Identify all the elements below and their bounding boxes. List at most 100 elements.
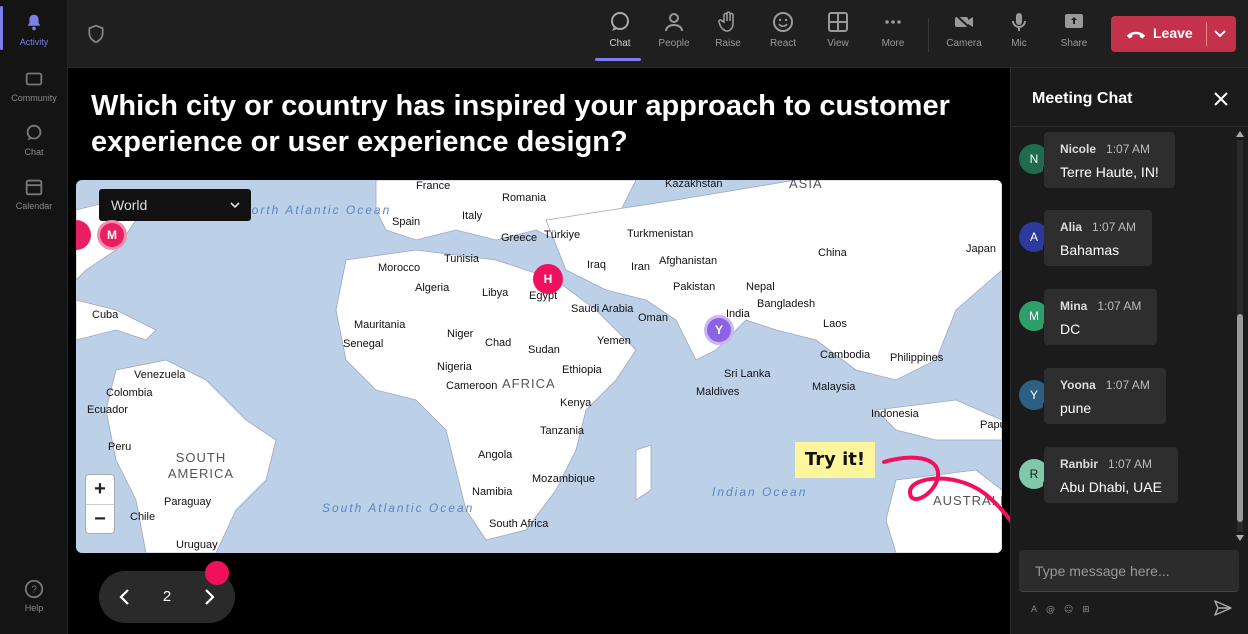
map-label: Colombia <box>106 387 153 399</box>
scroll-up-icon[interactable] <box>1236 130 1244 138</box>
map-label: France <box>416 180 451 192</box>
chat-button[interactable]: Chat <box>595 10 645 61</box>
map-label: Ecuador <box>87 404 128 416</box>
map-pin[interactable]: Y <box>704 315 734 345</box>
chat-divider <box>1011 126 1248 127</box>
message-bubble: Yoona 1:07 AM pune <box>1044 368 1166 424</box>
map-label: Iraq <box>587 259 606 271</box>
region-dropdown[interactable]: World <box>99 189 251 221</box>
chevron-right-icon[interactable] <box>197 585 221 609</box>
toolbar-divider <box>928 18 929 52</box>
message-bubble: Alia 1:07 AM Bahamas <box>1044 210 1153 266</box>
map-label: Türkiye <box>544 229 581 241</box>
mic-button[interactable]: Mic <box>994 10 1044 49</box>
map-label: Japan <box>966 243 996 255</box>
close-icon[interactable] <box>1212 90 1230 108</box>
rail-label: Chat <box>24 147 44 157</box>
message-input[interactable] <box>1019 550 1239 592</box>
sender-name: Nicole <box>1060 142 1097 156</box>
person-icon <box>665 13 683 32</box>
grid-icon <box>828 12 848 32</box>
map-label: Paraguay <box>164 496 212 508</box>
chat-icon <box>611 12 629 31</box>
message-text: Terre Haute, IN! <box>1060 164 1159 180</box>
chevron-left-icon[interactable] <box>113 585 137 609</box>
zoom-in-button[interactable]: + <box>86 475 114 504</box>
react-button[interactable]: React <box>758 10 808 49</box>
share-button[interactable]: Share <box>1049 10 1099 49</box>
message-time: 1:07 AM <box>1106 142 1151 156</box>
raise-hand-button[interactable]: Raise <box>703 10 753 49</box>
chevron-down-icon[interactable] <box>1212 25 1228 41</box>
svg-text:?: ? <box>31 585 37 596</box>
chevron-down-icon <box>230 202 240 209</box>
message-text: DC <box>1060 321 1081 337</box>
view-label: View <box>827 38 849 49</box>
avatar-initial: M <box>1029 309 1039 323</box>
map-label: South Atlantic Ocean <box>322 501 475 515</box>
view-button[interactable]: View <box>813 10 863 49</box>
map-label: AFRICA <box>502 376 556 391</box>
map-label: Nepal <box>746 281 775 293</box>
message-time: 1:07 AM <box>1108 457 1153 471</box>
rail-item-chat[interactable]: Chat <box>0 122 68 157</box>
map-label: Saudi Arabia <box>571 303 634 315</box>
map-label: Peru <box>108 441 132 453</box>
rail-label: Calendar <box>15 201 53 211</box>
map-label: Chad <box>485 337 512 349</box>
message-composer[interactable] <box>1019 550 1239 592</box>
scrollbar-thumb[interactable] <box>1237 314 1243 522</box>
map-pin[interactable]: M <box>97 220 127 250</box>
map-label: North Atlantic Ocean <box>241 203 392 217</box>
map-pin[interactable]: H <box>533 264 563 294</box>
map-label: China <box>818 247 847 259</box>
map-label: Tunisia <box>444 253 480 265</box>
send-icon[interactable] <box>1213 598 1233 618</box>
map-label: Iran <box>631 261 650 273</box>
rail-label: Activity <box>19 37 49 47</box>
scroll-down-icon[interactable] <box>1236 534 1244 542</box>
sender-name: Mina <box>1060 299 1088 313</box>
message-bubble: Ranbir 1:07 AM Abu Dhabi, UAE <box>1044 447 1178 503</box>
rail-item-community[interactable]: Community <box>0 68 68 103</box>
world-map[interactable]: France Romania Kazakhstan ASIA North Atl… <box>76 180 1002 553</box>
map-label: Uruguay <box>176 539 218 551</box>
more-label: More <box>881 38 905 49</box>
help-icon: ? <box>24 579 44 599</box>
map-label: Morocco <box>378 262 421 274</box>
avatar-initial: Y <box>1029 388 1038 402</box>
people-button[interactable]: People <box>649 10 699 49</box>
region-dropdown-value: World <box>111 197 148 213</box>
chat-scrollbar[interactable] <box>1234 130 1246 542</box>
map-label: Mozambique <box>532 473 595 485</box>
leave-label: Leave <box>1153 25 1193 41</box>
map-label: South Africa <box>489 518 549 530</box>
map-label: SOUTH AMERICA <box>167 450 235 481</box>
map-label: Greece <box>501 232 538 244</box>
map-label: Maldives <box>696 386 740 398</box>
shield-icon[interactable] <box>86 24 106 44</box>
camera-button[interactable]: Camera <box>939 10 989 49</box>
rail-item-activity[interactable]: Activity <box>0 6 68 50</box>
message-time: 1:07 AM <box>1097 299 1142 313</box>
try-it-callout: Try it! <box>795 442 875 478</box>
raise-label: Raise <box>715 38 741 49</box>
app-rail: Activity Community Chat Calendar ? Help <box>0 0 68 634</box>
map-label: Indian Ocean <box>712 485 808 499</box>
hand-icon <box>718 11 734 32</box>
highlight-dot <box>205 561 229 585</box>
map-label: Turkmenistan <box>627 228 694 240</box>
meeting-chat-panel: Meeting Chat N Nicole 1:07 AM Terre Haute… <box>1010 68 1248 634</box>
more-button[interactable]: More <box>868 10 918 49</box>
leave-button[interactable]: Leave <box>1111 16 1236 52</box>
map-label: Ethiopia <box>562 364 602 376</box>
rail-item-help[interactable]: ? Help <box>0 578 68 613</box>
map-label: Algeria <box>415 282 450 294</box>
message-bubble: Mina 1:07 AM DC <box>1044 289 1158 345</box>
zoom-out-button[interactable]: − <box>86 505 114 534</box>
map-label: Afghanistan <box>659 255 718 267</box>
bell-icon <box>27 14 41 31</box>
format-toolbar-icons[interactable]: A @ ☺ ⊞ <box>1031 602 1095 614</box>
calendar-icon <box>25 179 43 196</box>
rail-item-calendar[interactable]: Calendar <box>0 176 68 211</box>
